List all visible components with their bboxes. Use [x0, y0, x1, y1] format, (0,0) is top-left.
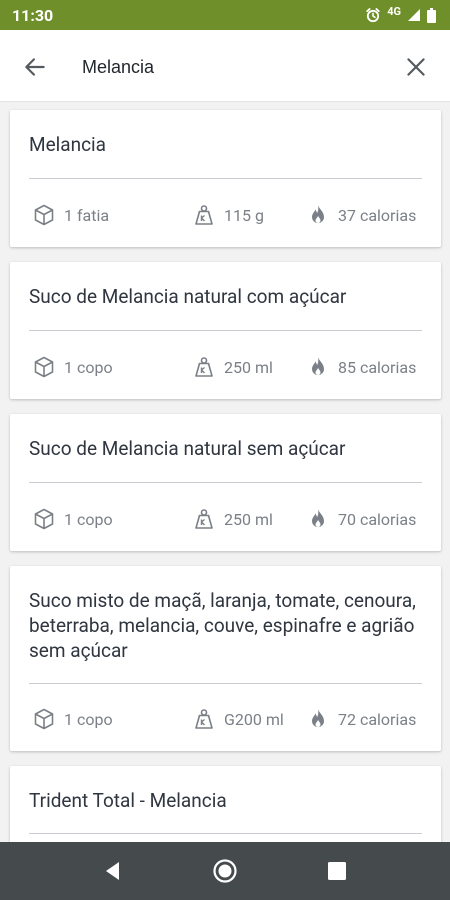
- food-meta: 1 copo 250 ml 70 calorias: [10, 504, 441, 534]
- weight-label: G200 ml: [224, 709, 284, 729]
- food-meta: 1 fatia 115 g 37 calorias: [10, 200, 441, 230]
- food-title: Melancia: [29, 133, 107, 156]
- portion-info: 1 copo: [32, 504, 113, 534]
- box-icon: [34, 708, 54, 730]
- weight-label: 250 ml: [224, 509, 273, 529]
- portion-label: 1 copo: [64, 709, 113, 729]
- weight-info: 250 ml: [192, 352, 273, 382]
- box-icon: [34, 356, 54, 378]
- battery-icon: [427, 7, 436, 23]
- card-divider: [29, 330, 422, 331]
- food-title: Suco de Melancia natural com açúcar: [29, 285, 347, 308]
- card-divider: [29, 178, 422, 179]
- food-card[interactable]: Suco de Melancia natural sem açúcar 1 co…: [10, 414, 441, 551]
- flame-icon: [312, 709, 324, 727]
- calories-label: 37 calorias: [338, 205, 417, 225]
- portion-label: 1 fatia: [64, 205, 110, 225]
- calories-info: 85 calorias: [306, 352, 416, 382]
- weight-info: 250 ml: [192, 504, 273, 534]
- calories-info: 72 calorias: [306, 704, 416, 734]
- clear-search-icon[interactable]: [403, 54, 429, 80]
- food-meta: 1 copo 250 ml 85 calorias: [10, 352, 441, 382]
- card-divider: [29, 482, 422, 483]
- signal-icon: [408, 9, 420, 21]
- weight-info: 115 g: [192, 200, 264, 230]
- food-card[interactable]: Trident Total - Melancia: [10, 766, 441, 842]
- weight-label: 115 g: [224, 205, 264, 225]
- calories-info: 37 calorias: [306, 200, 416, 230]
- food-meta: 1 copo G200 ml 72 calorias: [10, 704, 441, 734]
- back-arrow-icon[interactable]: [22, 54, 48, 80]
- food-title: Suco misto de maçã, laranja, tomate, cen…: [29, 589, 416, 662]
- calories-info: 70 calorias: [306, 504, 416, 534]
- calories-label: 70 calorias: [338, 509, 417, 529]
- calories-label: 85 calorias: [338, 357, 417, 377]
- card-divider: [29, 833, 422, 834]
- weight-info: G200 ml: [192, 704, 284, 734]
- flame-icon: [312, 205, 324, 223]
- portion-label: 1 copo: [64, 357, 113, 377]
- portion-info: 1 copo: [32, 352, 113, 382]
- box-icon: [34, 508, 54, 530]
- nav-recents-icon[interactable]: [322, 856, 352, 886]
- network-type-label: 4G: [387, 4, 401, 18]
- box-icon: [34, 204, 54, 226]
- weight-label: 250 ml: [224, 357, 273, 377]
- nav-back-icon[interactable]: [98, 856, 128, 886]
- search-input[interactable]: [82, 52, 382, 82]
- flame-icon: [312, 509, 324, 527]
- alarm-icon: [366, 8, 380, 23]
- search-toolbar: [0, 30, 450, 102]
- food-title: Trident Total - Melancia: [29, 789, 227, 812]
- status-time: 11:30: [12, 5, 54, 25]
- food-card[interactable]: Suco misto de maçã, laranja, tomate, cen…: [10, 566, 441, 751]
- card-divider: [29, 683, 422, 684]
- system-navigation-bar: [0, 842, 450, 900]
- scale-weight-icon: [195, 509, 213, 529]
- status-icons: 4G: [365, 4, 436, 23]
- calories-label: 72 calorias: [338, 709, 417, 729]
- flame-icon: [312, 357, 324, 375]
- status-bar: 11:30 4G: [0, 0, 450, 30]
- scale-weight-icon: [195, 357, 213, 377]
- portion-label: 1 copo: [64, 509, 113, 529]
- scale-weight-icon: [195, 205, 213, 225]
- food-title: Suco de Melancia natural sem açúcar: [29, 437, 346, 460]
- portion-info: 1 fatia: [32, 200, 109, 230]
- scale-weight-icon: [195, 709, 213, 729]
- portion-info: 1 copo: [32, 704, 113, 734]
- food-card[interactable]: Melancia 1 fatia 115 g 37 calorias: [10, 110, 441, 247]
- nav-home-icon[interactable]: [210, 856, 240, 886]
- results-list: Melancia 1 fatia 115 g 37 calorias Suco …: [0, 102, 450, 842]
- food-card[interactable]: Suco de Melancia natural com açúcar 1 co…: [10, 262, 441, 399]
